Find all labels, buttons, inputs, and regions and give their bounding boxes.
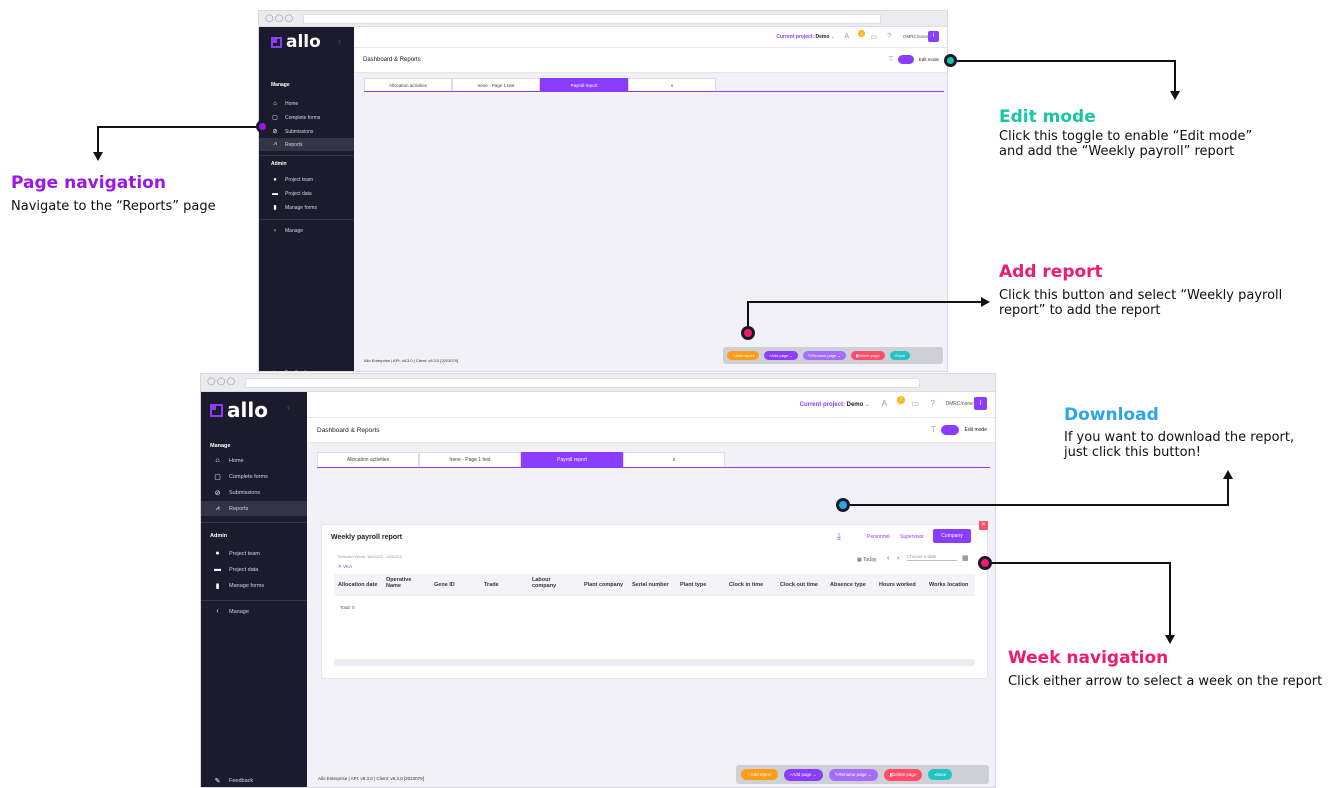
annotation-add-report-title: Add report: [999, 262, 1103, 282]
connector-add-report: [747, 301, 982, 331]
annotation-download-title: Download: [1064, 405, 1159, 425]
marker-page-nav: [256, 120, 269, 133]
connector-edit-mode: [950, 60, 1176, 92]
annotation-download-body: If you want to download the report, just…: [1064, 430, 1295, 460]
annotation-connectors: [93, 60, 1233, 644]
annotation-page-nav-title: Page navigation: [11, 173, 166, 193]
marker-add-report: [741, 326, 755, 340]
annotation-week-nav-body: Click either arrow to select a week on t…: [1008, 674, 1323, 689]
annotation-week-nav-title: Week navigation: [1008, 648, 1169, 668]
arrow-add-report: [981, 297, 990, 307]
marker-download: [836, 498, 850, 512]
connector-week-nav: [985, 562, 1171, 636]
connector-download: [843, 478, 1229, 506]
arrow-week-nav: [1165, 635, 1175, 644]
annotation-edit-mode-title: Edit mode: [999, 107, 1096, 127]
marker-week-nav: [978, 556, 992, 570]
annotation-page-nav-body: Navigate to the “Reports” page: [11, 199, 216, 214]
annotation-edit-mode-body: Click this toggle to enable “Edit mode” …: [999, 129, 1253, 159]
marker-edit-mode: [944, 54, 957, 67]
arrow-page-nav: [93, 152, 103, 161]
annotation-add-report-body: Click this button and select “Weekly pay…: [999, 288, 1283, 318]
arrow-edit-mode: [1170, 91, 1180, 100]
arrow-download: [1223, 470, 1233, 479]
connector-page-nav: [97, 126, 262, 153]
